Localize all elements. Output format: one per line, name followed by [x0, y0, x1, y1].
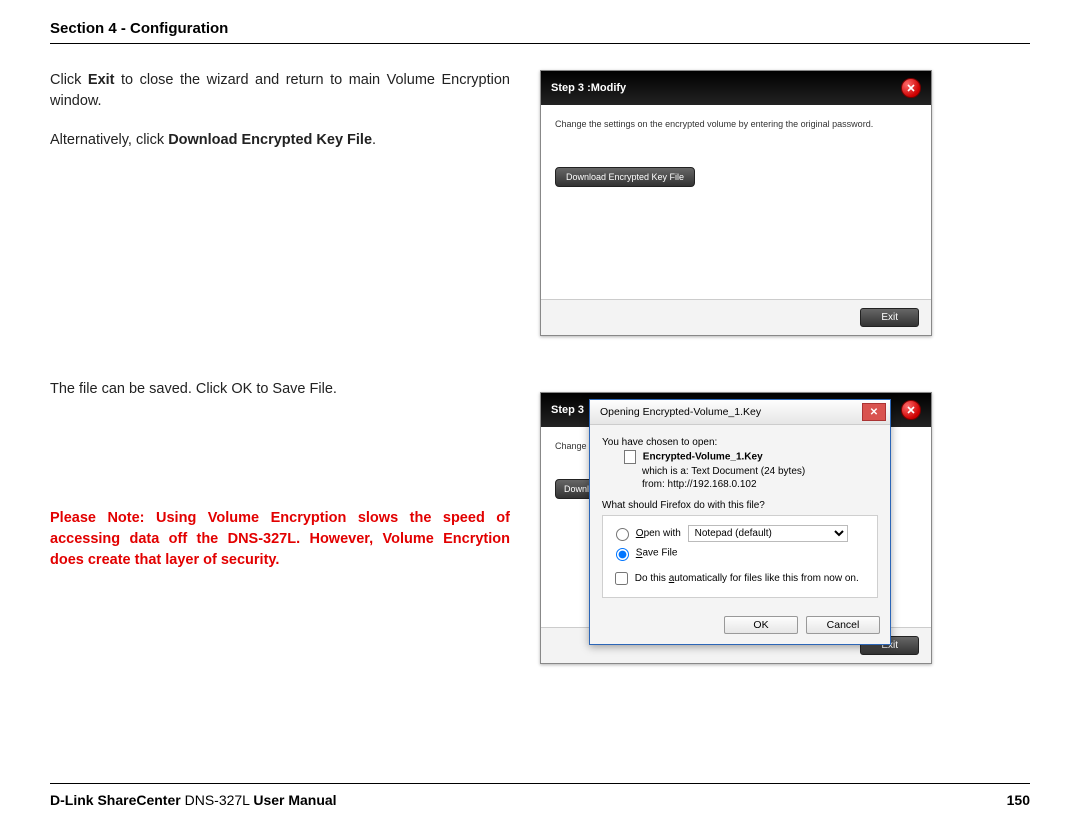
footer-model: DNS-327L: [181, 792, 254, 808]
page-number-value: 150: [1007, 792, 1030, 808]
note-text: Please Note: Using Volume Encryption slo…: [50, 510, 510, 568]
wizard-header: Step 3 :Modify: [541, 71, 931, 105]
wizard-body: Change the settings on the encrypted vol…: [541, 105, 931, 299]
footer-title: D-Link ShareCenter DNS-327L User Manual: [50, 792, 337, 808]
save-file-radio-row[interactable]: Save File: [611, 545, 869, 561]
wizard-footer: Exit: [541, 299, 931, 335]
dialog-title: Opening Encrypted-Volume_1.Key: [600, 406, 761, 418]
page-footer: D-Link ShareCenter DNS-327L User Manual …: [50, 783, 1030, 808]
dialog-question: What should Firefox do with this file?: [602, 500, 878, 511]
paragraph-savefile: The file can be saved. Click OK to Save …: [50, 379, 510, 400]
footer-brand: D-Link ShareCenter: [50, 792, 181, 808]
auto-label: Do this automatically for files like thi…: [635, 573, 859, 584]
text: to close the wizard and return to main V…: [50, 72, 510, 109]
paragraph-download: Alternatively, click Download Encrypted …: [50, 130, 510, 151]
wizard-title: Step 3 :Modify: [551, 82, 626, 94]
text: .: [372, 132, 376, 148]
exit-button[interactable]: Exit: [860, 308, 919, 327]
dialog-footer: OK Cancel: [590, 610, 890, 644]
dialog-chosen-label: You have chosen to open:: [602, 437, 878, 448]
bold-download: Download Encrypted Key File: [168, 132, 372, 148]
file-icon: [624, 450, 636, 464]
dialog-from: from: http://192.168.0.102: [602, 479, 878, 490]
dialog-choice-panel: Open with Notepad (default) Save File: [602, 515, 878, 598]
cancel-button[interactable]: Cancel: [806, 616, 880, 634]
text: Alternatively, click: [50, 132, 168, 148]
auto-checkbox-row[interactable]: Do this automatically for files like thi…: [611, 569, 869, 588]
wizard-with-save-dialog: Step 3 Change th Downl Exit Opening Encr…: [540, 392, 932, 664]
firefox-download-dialog: Opening Encrypted-Volume_1.Key ✕ You hav…: [589, 399, 891, 645]
spacer: [50, 418, 510, 508]
footer-manual: User Manual: [253, 792, 336, 808]
instruction-text-column: Click Exit to close the wizard and retur…: [50, 70, 510, 664]
download-encrypted-key-button[interactable]: Download Encrypted Key File: [555, 167, 695, 187]
open-with-radio[interactable]: [616, 528, 629, 541]
bold-exit: Exit: [88, 72, 115, 88]
dialog-filename: Encrypted-Volume_1.Key: [643, 452, 763, 463]
wizard-step3-modify: Step 3 :Modify Change the settings on th…: [540, 70, 932, 336]
wizard-title-partial: Step 3: [551, 404, 584, 416]
dialog-close-icon[interactable]: ✕: [862, 403, 886, 421]
content-columns: Click Exit to close the wizard and retur…: [50, 70, 1030, 664]
section-header: Section 4 - Configuration: [50, 20, 1030, 44]
wizard-instruction: Change the settings on the encrypted vol…: [555, 119, 917, 129]
dialog-titlebar: Opening Encrypted-Volume_1.Key ✕: [590, 400, 890, 425]
text: Click: [50, 72, 88, 88]
page-number: 150: [1007, 792, 1030, 808]
screenshots-column: Step 3 :Modify Change the settings on th…: [540, 70, 1030, 664]
dialog-body: You have chosen to open: Encrypted-Volum…: [590, 425, 890, 610]
dialog-which-is: which is a: Text Document (24 bytes): [602, 466, 878, 477]
open-with-radio-row[interactable]: Open with Notepad (default): [611, 525, 869, 542]
warning-note: Please Note: Using Volume Encryption slo…: [50, 508, 510, 571]
save-file-label: Save File: [636, 548, 678, 559]
save-file-radio[interactable]: [616, 548, 629, 561]
ok-button[interactable]: OK: [724, 616, 798, 634]
note-period: .: [275, 552, 279, 568]
close-icon[interactable]: [901, 78, 921, 98]
open-with-label: Open with: [636, 528, 681, 539]
paragraph-exit: Click Exit to close the wizard and retur…: [50, 70, 510, 112]
dialog-filename-row: Encrypted-Volume_1.Key: [602, 450, 878, 464]
close-icon[interactable]: [901, 400, 921, 420]
auto-checkbox[interactable]: [615, 572, 628, 585]
spacer: [50, 169, 510, 379]
open-with-select[interactable]: Notepad (default): [688, 525, 848, 542]
